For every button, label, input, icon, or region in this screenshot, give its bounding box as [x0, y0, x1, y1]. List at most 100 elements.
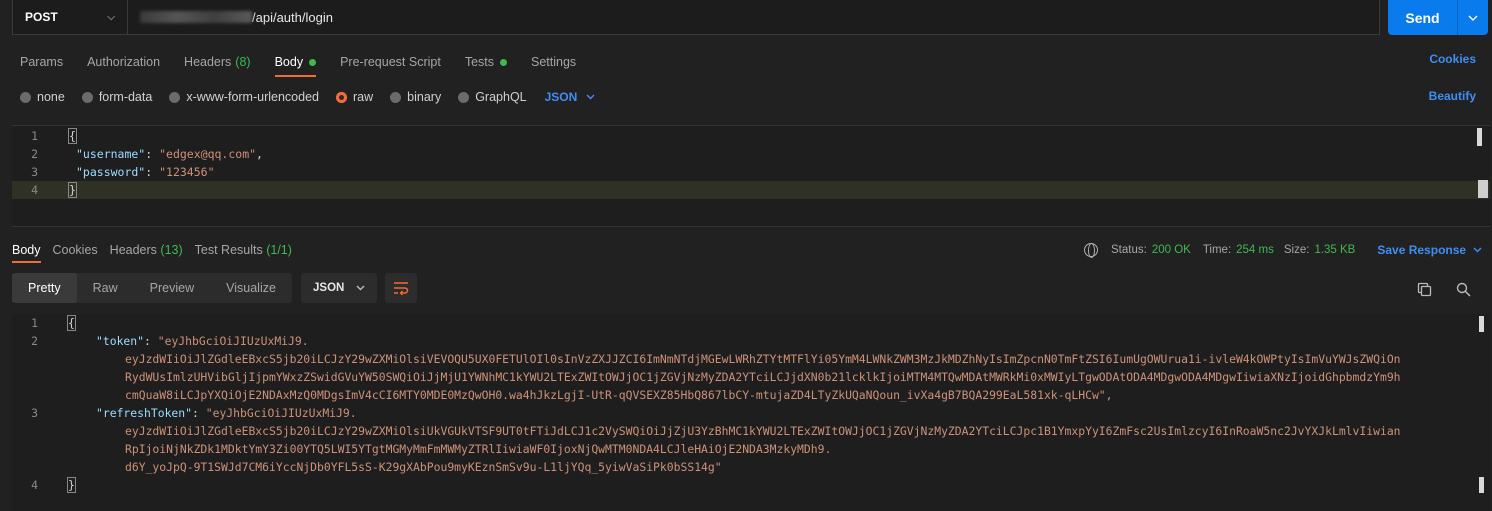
tab-label: Body — [274, 55, 304, 69]
code-line: 2 "username": "edgex@qq.com", — [12, 145, 1490, 163]
view-tab-visualize[interactable]: Visualize — [210, 273, 292, 303]
radio-icon — [169, 91, 181, 103]
wrap-lines-icon — [394, 282, 409, 295]
json-key: "token" — [96, 334, 145, 348]
test-results-count: (1/1) — [266, 243, 292, 257]
cookies-link[interactable]: Cookies — [1429, 52, 1476, 66]
radio-selected-icon — [336, 91, 347, 103]
send-button-group: Send — [1388, 0, 1488, 35]
send-button[interactable]: Send — [1388, 0, 1458, 35]
radio-label: x-www-form-urlencoded — [186, 90, 319, 104]
tab-body[interactable]: Body — [274, 52, 317, 77]
body-type-radios: none form-data x-www-form-urlencoded raw… — [20, 88, 595, 106]
tab-label: Cookies — [52, 243, 98, 257]
json-value: "123456" — [159, 165, 215, 179]
json-value: eyJzdWIiOiJlZGdleEBxcS5jb20iLCJzY29wZXMi… — [125, 424, 1401, 438]
json-value: RpIjoiNjNkZDk1MDktYmY3Zi00YTQ5LWI5YTgtMG… — [125, 442, 832, 456]
tab-tests[interactable]: Tests — [465, 52, 507, 72]
radio-label: none — [37, 90, 65, 104]
chevron-down-icon: ⌵ — [107, 11, 115, 23]
line-number: 2 — [31, 334, 38, 348]
search-button[interactable] — [1454, 280, 1472, 298]
headers-count: (13) — [160, 243, 183, 257]
body-format-label: JSON — [544, 90, 578, 104]
line-number: 4 — [31, 478, 38, 492]
scrollbar[interactable] — [1479, 316, 1484, 332]
json-value: eyJzdWIiOiJlZGdleEBxcS5jb20iLCJzY29wZXMi… — [125, 352, 1401, 366]
tab-test-results[interactable]: Test Results (1/1) — [195, 243, 292, 257]
open-brace: { — [67, 315, 76, 331]
size-label: Size: — [1283, 244, 1310, 256]
line-number: 4 — [31, 183, 38, 197]
tab-label: Test Results — [194, 243, 263, 257]
method-select[interactable]: POST ⌵ — [13, 0, 128, 34]
line-number: 3 — [31, 406, 38, 420]
json-value: "eyJhbGciOiJIUzUxMiJ9. — [205, 406, 357, 420]
tab-authorization[interactable]: Authorization — [87, 52, 160, 72]
tab-params[interactable]: Params — [20, 52, 63, 72]
modified-dot-icon — [309, 58, 317, 66]
send-options-chevron-icon[interactable] — [1458, 0, 1488, 35]
chevron-down-icon — [356, 282, 365, 294]
beautify-link[interactable]: Beautify — [1429, 89, 1476, 103]
json-value: "eyJhbGciOiJIUzUxMiJ9. — [157, 334, 309, 348]
response-format-label: JSON — [313, 282, 345, 294]
status-label: Status: — [1111, 244, 1147, 256]
tab-label: Headers — [184, 55, 232, 69]
tab-settings[interactable]: Settings — [531, 52, 576, 72]
radio-none[interactable]: none — [20, 90, 65, 104]
chevron-down-icon — [1473, 245, 1482, 256]
view-tab-pretty[interactable]: Pretty — [12, 273, 77, 303]
cursor-marker — [1478, 180, 1488, 198]
url-input[interactable]: /api/auth/login — [128, 0, 1379, 34]
save-response-button[interactable]: Save Response — [1377, 243, 1482, 257]
tab-headers[interactable]: Headers (8) — [184, 52, 251, 72]
time-value[interactable]: 254 ms — [1236, 244, 1274, 256]
tab-pre-request-script[interactable]: Pre-request Script — [340, 52, 441, 72]
tab-response-headers[interactable]: Headers (13) — [110, 243, 183, 257]
radio-form-data[interactable]: form-data — [81, 90, 152, 104]
tab-label: Headers — [109, 243, 157, 257]
request-tabs: Params Authorization Headers (8) Body Pre… — [20, 52, 1480, 77]
line-number: 1 — [31, 316, 38, 330]
code-line: 3 "password": "123456" — [12, 163, 1490, 181]
chevron-down-icon — [586, 92, 595, 103]
radio-icon — [390, 91, 402, 103]
line-number: 3 — [31, 165, 38, 179]
line-number: 1 — [31, 129, 38, 143]
response-format-select[interactable]: JSON — [301, 273, 377, 303]
wrap-lines-button[interactable] — [385, 273, 417, 303]
tab-response-body[interactable]: Body — [12, 243, 41, 263]
tab-label: Authorization — [87, 55, 161, 69]
response-body-viewer[interactable]: 1 { 2 "token": "eyJhbGciOiJIUzUxMiJ9. ey… — [12, 314, 1490, 511]
body-format-select[interactable]: JSON — [545, 90, 596, 104]
tab-label: Body — [12, 243, 41, 257]
copy-button[interactable] — [1415, 280, 1433, 298]
open-brace: { — [68, 128, 77, 144]
tab-response-cookies[interactable]: Cookies — [53, 243, 98, 257]
radio-label: GraphQL — [475, 90, 527, 104]
redacted-host — [140, 11, 252, 23]
code-line-current: 4 } — [12, 181, 1490, 199]
json-value: RydWUsImlzUHVibGljIjpmYWxzZSwidGVuYW50SW… — [125, 370, 1401, 384]
scrollbar[interactable] — [1477, 128, 1482, 146]
radio-graphql[interactable]: GraphQL — [458, 90, 527, 104]
save-response-label: Save Response — [1377, 243, 1467, 257]
url-path: /api/auth/login — [252, 9, 333, 25]
status-value[interactable]: 200 OK — [1152, 244, 1191, 256]
radio-binary[interactable]: binary — [390, 90, 441, 104]
radio-x-www-form-urlencoded[interactable]: x-www-form-urlencoded — [169, 90, 319, 104]
close-brace: } — [68, 182, 77, 198]
request-body-editor[interactable]: 1 { 2 "username": "edgex@qq.com", 3 "pas… — [12, 125, 1490, 227]
size-value[interactable]: 1.35 KB — [1314, 244, 1355, 256]
view-tab-raw[interactable]: Raw — [77, 273, 134, 303]
radio-raw[interactable]: raw — [336, 90, 373, 104]
view-tab-preview[interactable]: Preview — [134, 273, 210, 303]
globe-icon[interactable] — [1084, 243, 1098, 258]
time-label: Time: — [1202, 244, 1232, 256]
radio-icon — [20, 91, 31, 103]
search-icon — [1456, 282, 1471, 297]
close-brace: } — [67, 477, 76, 493]
copy-icon — [1417, 282, 1431, 296]
line-number: 2 — [31, 147, 38, 161]
